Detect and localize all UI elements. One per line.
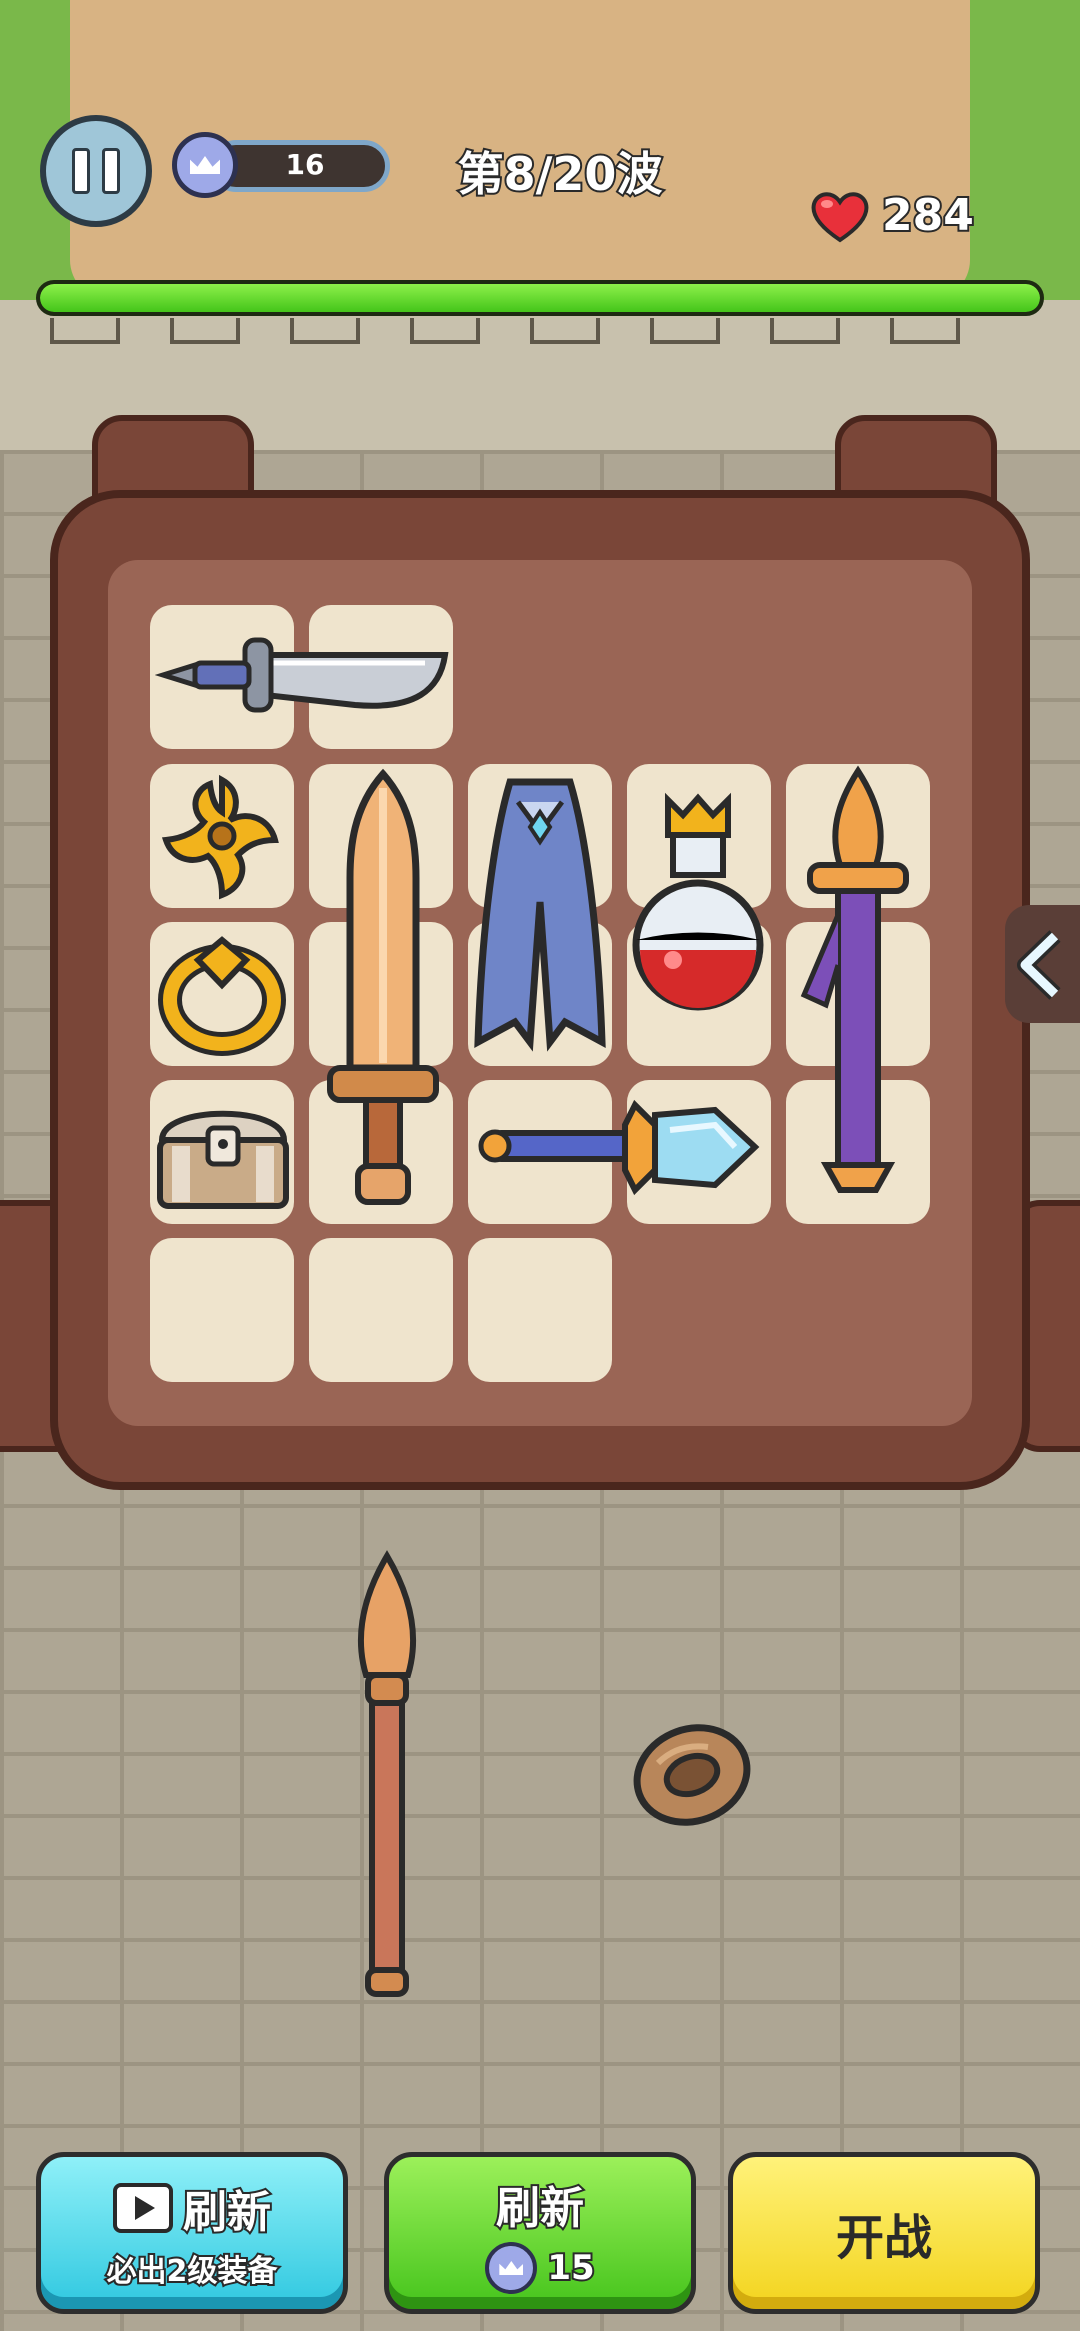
pause-button[interactable] — [40, 115, 152, 227]
potion-icon[interactable] — [628, 790, 768, 1030]
start-battle-button[interactable]: 开战 — [728, 2152, 1040, 2314]
merlon — [50, 318, 120, 344]
ad-refresh-subtitle: 必出2级装备 — [105, 2252, 280, 2291]
gold-ring-icon[interactable] — [158, 930, 286, 1058]
inventory-slot[interactable] — [309, 1238, 453, 1382]
merlon — [890, 318, 960, 344]
crown-gem-icon — [485, 2242, 538, 2294]
purple-sword-icon[interactable] — [796, 765, 916, 1220]
pause-icon — [72, 148, 90, 194]
refresh-button[interactable]: 刷新 15 — [384, 2152, 696, 2314]
cloak-icon[interactable] — [470, 772, 610, 1062]
merlon — [770, 318, 840, 344]
ad-refresh-title: 刷新 — [181, 2185, 273, 2240]
inventory-slot[interactable] — [150, 1238, 294, 1382]
heart-icon — [811, 192, 869, 243]
wave-counter: 第8/20波 — [456, 145, 665, 203]
video-play-icon — [113, 2183, 173, 2233]
merlon — [530, 318, 600, 344]
health-bar-fill — [40, 284, 1040, 312]
chevron-left-icon — [1017, 930, 1061, 1000]
treasure-chest-icon[interactable] — [152, 1090, 294, 1216]
inventory-slot[interactable] — [468, 1238, 612, 1382]
start-battle-label: 开战 — [835, 2210, 932, 2266]
spear-icon[interactable] — [340, 1550, 435, 2005]
gold-sword-icon[interactable] — [318, 768, 448, 1218]
hp-value: 284 — [880, 188, 976, 243]
refresh-cost: 15 — [545, 2246, 596, 2290]
refresh-title: 刷新 — [494, 2181, 586, 2236]
gem-count: 16 — [285, 148, 325, 181]
health-bar — [36, 280, 1044, 316]
shuriken-icon[interactable] — [160, 770, 284, 900]
ad-refresh-button[interactable]: 刷新 必出2级装备 — [36, 2152, 348, 2314]
merlon — [650, 318, 720, 344]
saber-icon[interactable] — [155, 615, 455, 735]
merlon — [170, 318, 240, 344]
merlon — [290, 318, 360, 344]
crown-gem-icon — [172, 132, 238, 198]
merlon — [410, 318, 480, 344]
gem-wand-icon[interactable] — [475, 1085, 765, 1215]
wooden-ring-icon[interactable] — [628, 1715, 758, 1835]
